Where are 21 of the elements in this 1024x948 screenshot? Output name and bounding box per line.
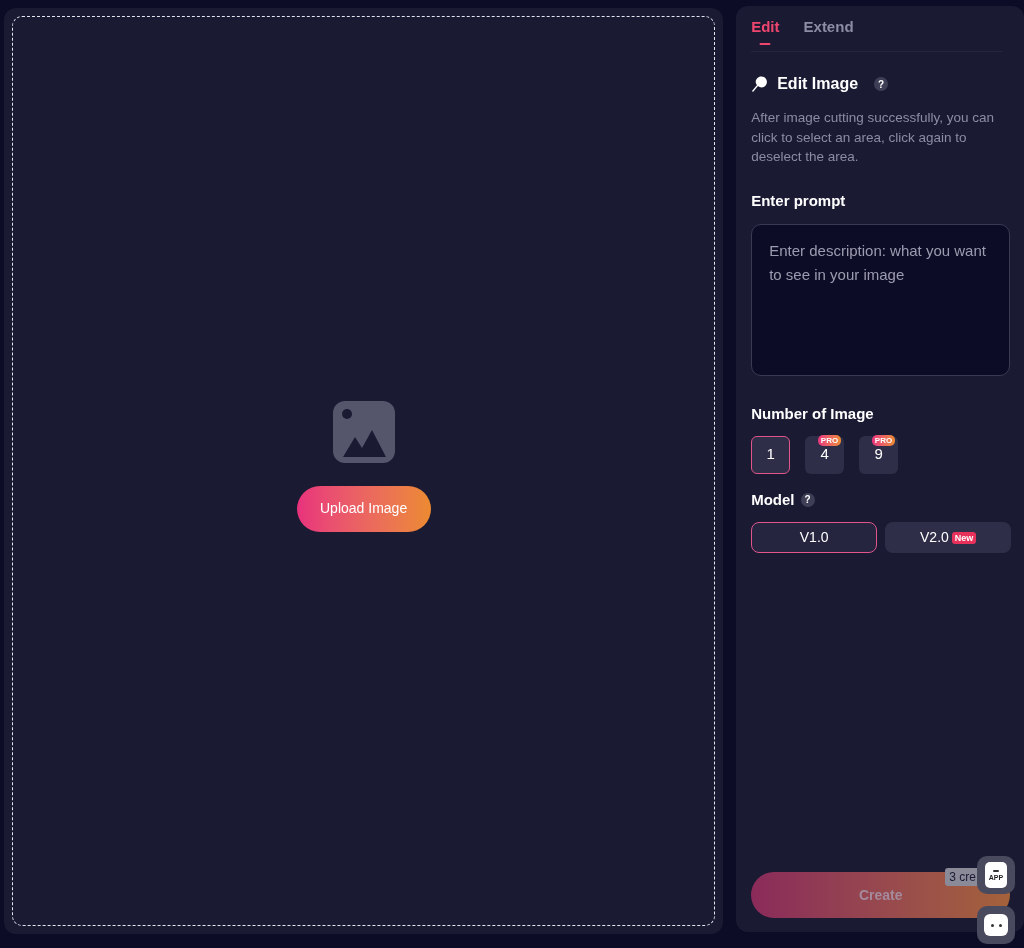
chat-button[interactable] [977, 906, 1015, 944]
pro-badge: PRO [871, 434, 896, 446]
section-title: Edit Image [777, 74, 859, 94]
number-option[interactable]: 9 PRO [859, 435, 899, 474]
image-icon [332, 400, 395, 463]
number-option[interactable]: 4 PRO [805, 435, 845, 474]
help-icon[interactable]: ? [874, 77, 889, 91]
pro-badge: PRO [817, 434, 842, 446]
new-badge: New [951, 531, 977, 544]
model-option[interactable]: V1.0 [751, 522, 878, 553]
tab[interactable]: Extend [803, 16, 854, 48]
prompt-label: Enter prompt [751, 190, 847, 211]
model-label: Model [751, 489, 795, 510]
number-option[interactable]: 1 [751, 435, 791, 474]
tab[interactable]: Edit [751, 16, 780, 48]
number-of-image-label: Number of Image [751, 404, 875, 424]
model-option[interactable]: V2.0 New [885, 522, 1012, 553]
help-icon[interactable]: ? [800, 492, 815, 507]
prompt-field[interactable]: Enter description: what you want to see in your image [751, 224, 1011, 376]
brush-icon [751, 75, 769, 93]
section-description: After image cutting successfully, you can click to select an area, click again to deselect the area. [751, 109, 996, 166]
